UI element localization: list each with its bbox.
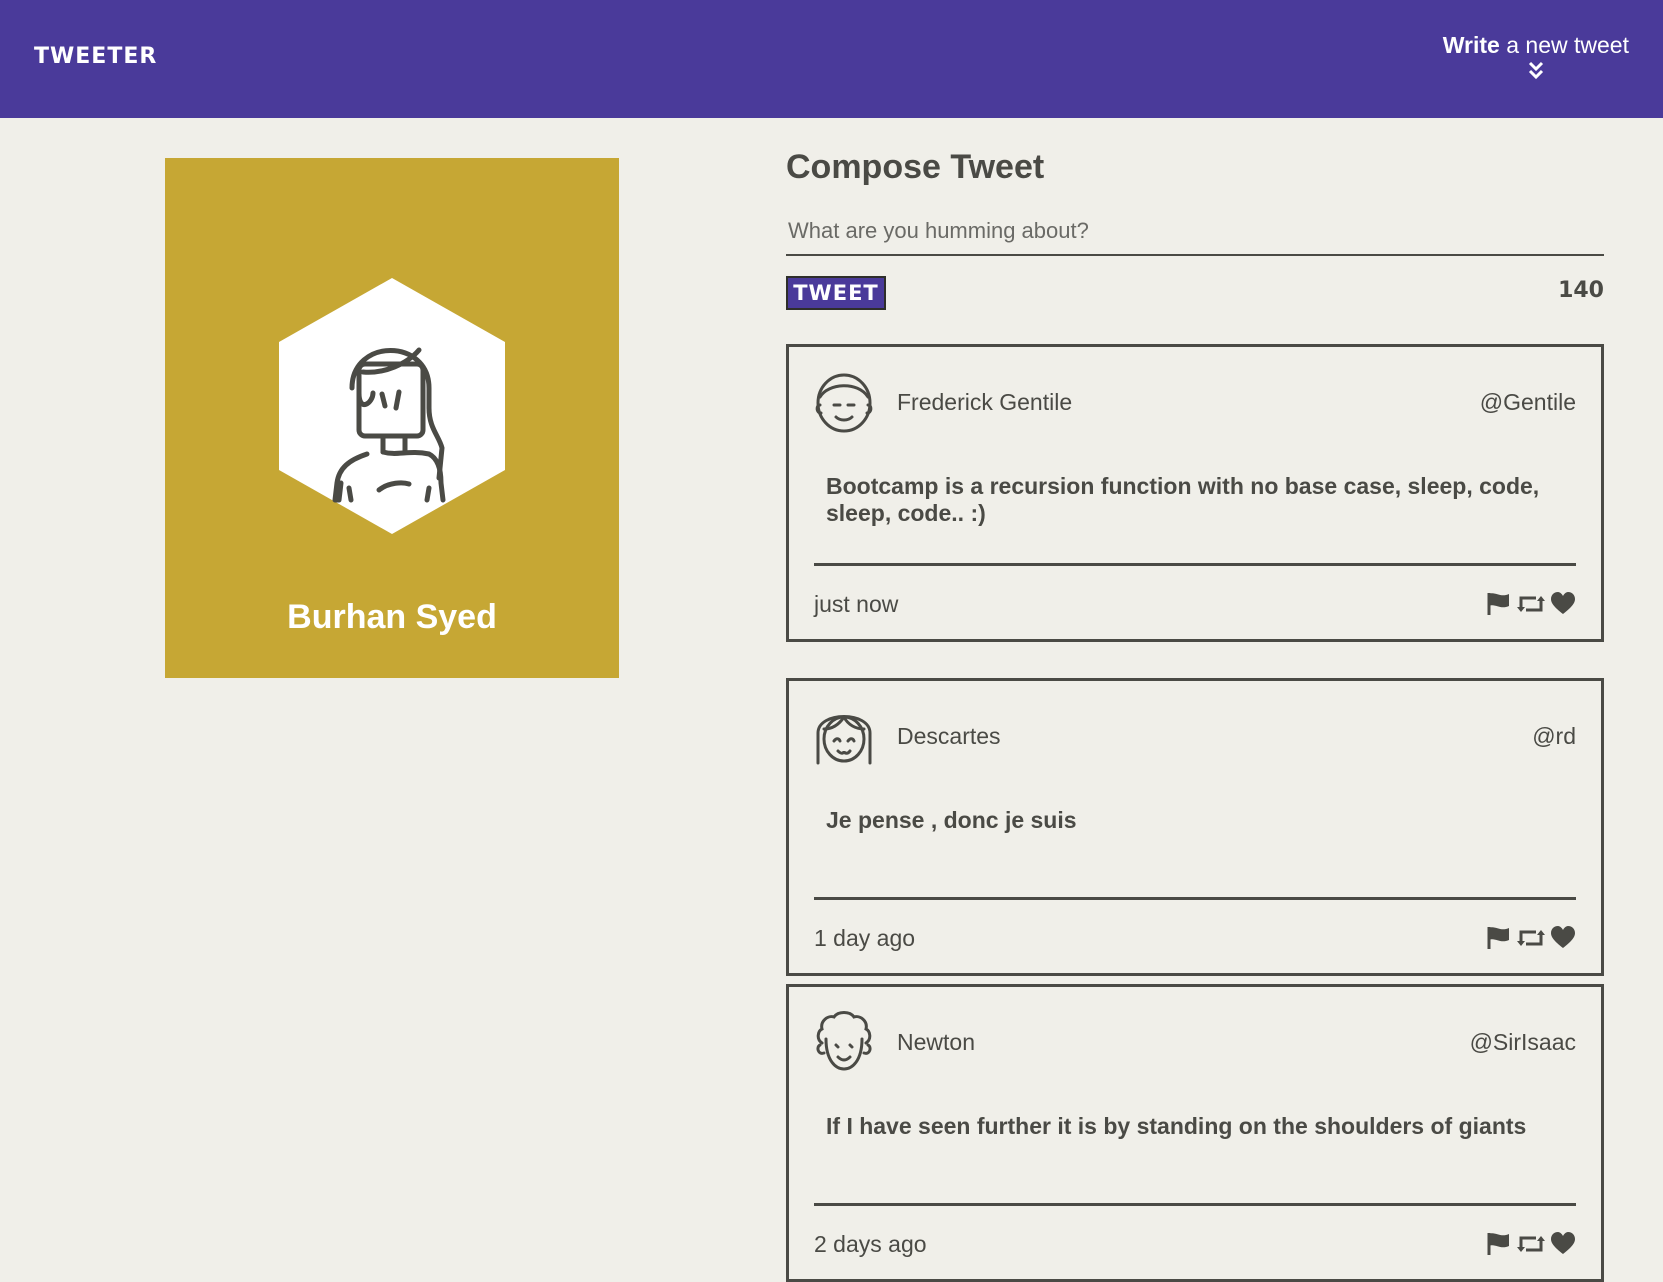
tweet-author-name: Frederick Gentile [897,389,1073,415]
tweet-content: Bootcamp is a recursion function with no… [826,473,1540,526]
write-bold: Write [1442,32,1500,58]
flag-icon[interactable] [1486,1231,1512,1257]
tweet-divider [814,897,1576,900]
retweet-icon[interactable] [1516,1231,1546,1257]
tweet-submit-button[interactable]: TWEET [786,276,886,310]
tweet-author-handle[interactable]: @rd [1532,723,1576,750]
tweet-timestamp: 1 day ago [814,925,916,951]
tweet-author-name: Newton [897,1029,975,1055]
heart-icon[interactable] [1550,1231,1576,1257]
write-rest: a new tweet [1499,32,1629,58]
compose-title: Compose Tweet [786,148,1045,186]
user-profile-card: Burhan Syed [165,158,619,678]
write-label: Write a new tweet [1443,32,1629,58]
tweet-actions [1486,591,1576,617]
retweet-icon[interactable] [1516,925,1546,951]
tweet-author-handle[interactable]: @SirIsaac [1470,1029,1576,1056]
tweet-card: Newton @SirIsaac If I have seen further … [786,984,1604,1282]
tweet-textarea[interactable] [786,216,1604,256]
flag-icon[interactable] [1486,591,1512,617]
man-avatar-icon [815,373,873,433]
curly-hair-avatar-icon [816,1011,872,1071]
tweet-divider [814,1203,1576,1206]
tweet-actions [1486,1231,1576,1257]
heart-icon[interactable] [1550,591,1576,617]
tweet-content: If I have seen further it is by standing… [826,1113,1527,1139]
tweet-author-handle[interactable]: @Gentile [1480,389,1576,416]
profile-name: Burhan Syed [287,598,497,636]
heart-icon[interactable] [1550,925,1576,951]
tweet-card: Descartes @rd Je pense , donc je suis 1 … [786,678,1604,976]
tweet-card: Frederick Gentile @Gentile Bootcamp is a… [786,344,1604,642]
brand-logo[interactable]: TWEETER [34,44,157,69]
tweet-timestamp: 2 days ago [814,1231,927,1257]
tweet-author-name: Descartes [897,723,1001,749]
bangs-avatar-icon [816,715,872,765]
top-navbar: TWEETER Write a new tweet [0,0,1663,118]
double-chevron-down-icon [1528,61,1543,80]
character-counter: 140 [1558,278,1604,303]
tweet-timestamp: just now [814,591,899,617]
tweet-divider [814,563,1576,566]
woman-avatar-icon [279,278,505,534]
tweet-content: Je pense , donc je suis [826,807,1077,833]
flag-icon[interactable] [1486,925,1512,951]
retweet-icon[interactable] [1516,591,1546,617]
tweet-actions [1486,925,1576,951]
write-new-tweet-toggle[interactable]: Write a new tweet [1443,32,1629,81]
